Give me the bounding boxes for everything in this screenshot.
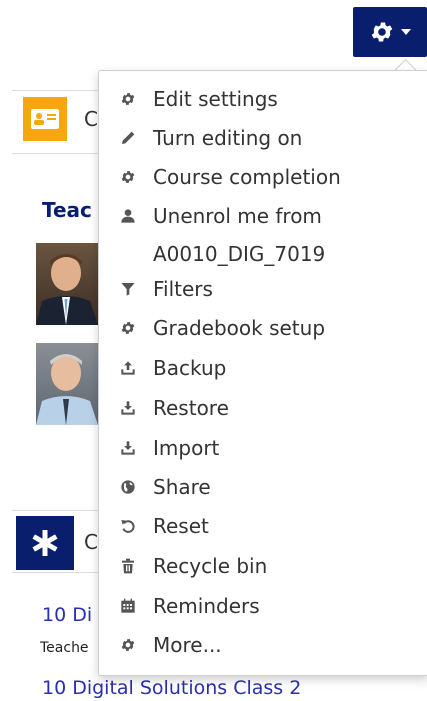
menu-item-label: Import <box>153 436 220 460</box>
gear-icon <box>371 22 393 42</box>
menu-item-label: Reminders <box>153 594 260 618</box>
download-icon <box>119 399 137 417</box>
gear-icon <box>119 319 137 337</box>
divider <box>12 572 102 573</box>
gear-icon <box>119 168 137 186</box>
chevron-down-icon <box>401 29 411 35</box>
calendar-icon <box>119 597 137 615</box>
divider <box>12 510 102 511</box>
menu-item-label: More... <box>153 633 222 657</box>
divider <box>12 153 102 154</box>
menu-item-label: Reset <box>153 514 209 538</box>
download-icon <box>119 439 137 457</box>
teacher-avatar[interactable] <box>36 243 98 325</box>
trash-icon <box>119 557 137 575</box>
asterisk-icon <box>16 516 74 570</box>
menu-item-share[interactable]: Share <box>99 469 427 505</box>
course-link[interactable]: 10 Di <box>42 604 92 626</box>
menu-item-backup[interactable]: Backup <box>99 350 427 386</box>
menu-item-label: Filters <box>153 277 213 301</box>
menu-item-filters[interactable]: Filters <box>99 271 427 307</box>
menu-item-unenrol[interactable]: Unenrol me from <box>99 198 427 234</box>
menu-item-label: Course completion <box>153 165 341 189</box>
course-link[interactable]: 10 Digital Solutions Class 2 <box>42 677 301 699</box>
block-title: C <box>84 107 98 131</box>
menu-item-turn-editing-on[interactable]: Turn editing on <box>99 120 427 156</box>
menu-item-edit-settings[interactable]: Edit settings <box>99 81 427 117</box>
menu-item-label: Unenrol me from <box>153 204 322 228</box>
menu-item-unenrol-course[interactable]: A0010_DIG_7019 <box>153 242 325 266</box>
contact-card-icon <box>23 97 67 141</box>
menu-item-gradebook-setup[interactable]: Gradebook setup <box>99 310 427 346</box>
teachers-heading: Teac <box>42 198 92 222</box>
course-settings-button[interactable] <box>353 7 427 57</box>
menu-item-label: Turn editing on <box>153 126 303 150</box>
menu-item-label: Restore <box>153 396 229 420</box>
filter-icon <box>119 280 137 298</box>
menu-item-label: Edit settings <box>153 87 278 111</box>
pencil-icon <box>119 129 137 147</box>
menu-item-label: Gradebook setup <box>153 316 326 340</box>
upload-icon <box>119 359 137 377</box>
teacher-label: Teache <box>40 640 89 656</box>
menu-item-label: Share <box>153 475 211 499</box>
menu-item-reset[interactable]: Reset <box>99 508 427 544</box>
teacher-avatar[interactable] <box>36 343 98 425</box>
menu-item-label: Backup <box>153 356 227 380</box>
menu-item-course-completion[interactable]: Course completion <box>99 159 427 195</box>
course-settings-menu: Edit settings Turn editing on Course com… <box>98 70 427 676</box>
user-icon <box>119 207 137 225</box>
divider <box>12 90 102 91</box>
menu-item-reminders[interactable]: Reminders <box>99 588 427 624</box>
gear-icon <box>119 636 137 654</box>
menu-item-label: Recycle bin <box>153 554 268 578</box>
menu-item-restore[interactable]: Restore <box>99 390 427 426</box>
block-title: C <box>84 530 98 554</box>
menu-item-more[interactable]: More... <box>99 627 427 663</box>
menu-item-import[interactable]: Import <box>99 430 427 466</box>
gear-icon <box>119 90 137 108</box>
reset-icon <box>119 517 137 535</box>
globe-icon <box>119 478 137 496</box>
menu-item-recycle-bin[interactable]: Recycle bin <box>99 548 427 584</box>
